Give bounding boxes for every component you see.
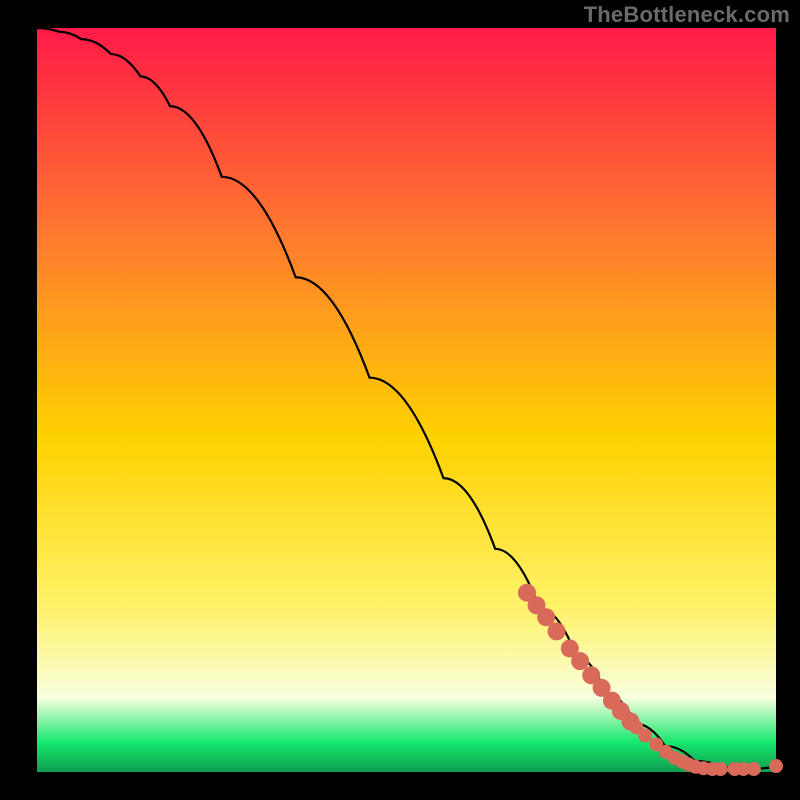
scatter-point [714, 762, 728, 776]
scatter-point [571, 652, 589, 670]
gradient-background [37, 28, 776, 772]
scatter-point [548, 622, 566, 640]
scatter-point [638, 729, 652, 743]
scatter-point [769, 759, 783, 773]
chart-frame: TheBottleneck.com [0, 0, 800, 800]
scatter-point [747, 762, 761, 776]
chart-svg [0, 0, 800, 800]
